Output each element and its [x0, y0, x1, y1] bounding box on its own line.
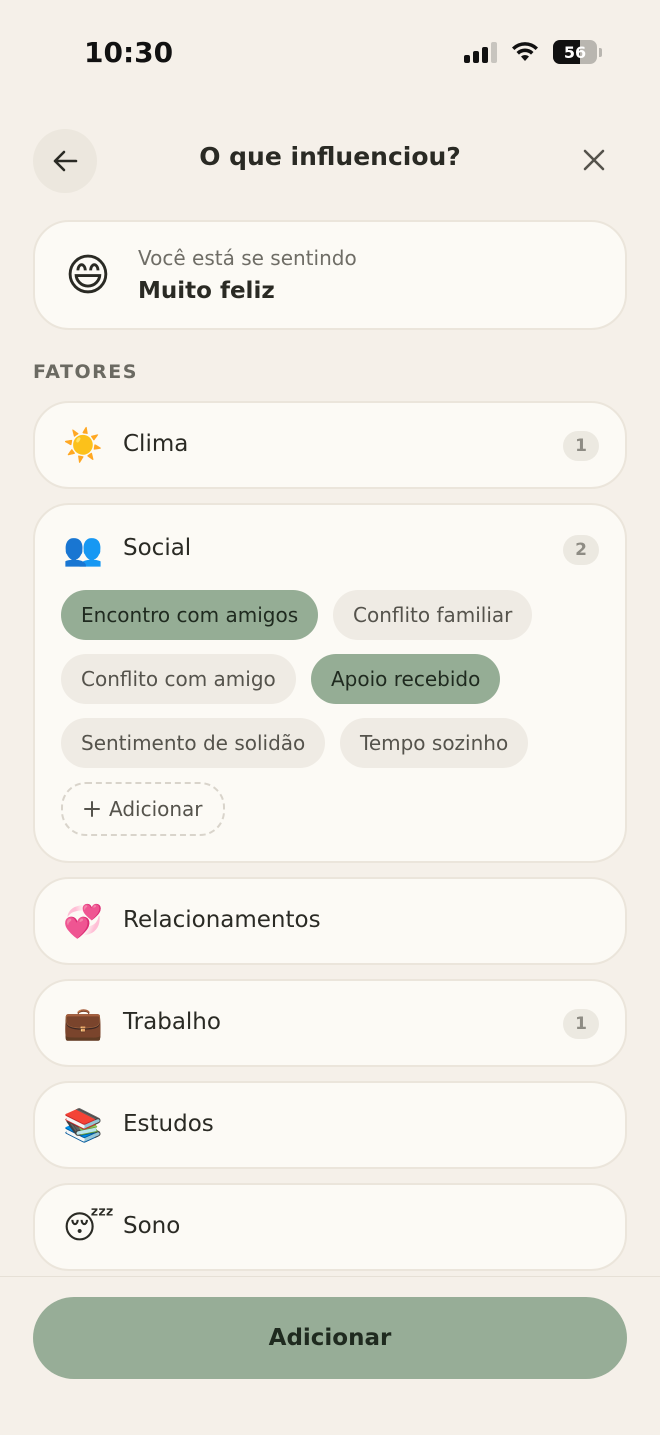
- feeling-card: 😄 Você está se sentindo Muito feliz: [33, 220, 627, 330]
- factor-social: 👥 Social 2 Encontro com amigos Conflito …: [33, 503, 627, 863]
- books-icon: 📚: [63, 1106, 103, 1144]
- footer-divider: [0, 1276, 660, 1277]
- factor-label: Sono: [123, 1213, 181, 1239]
- add-tag-button[interactable]: Adicionar: [61, 782, 225, 836]
- factor-label: Clima: [123, 431, 189, 457]
- sleeping-face-icon: 😴: [63, 1208, 115, 1246]
- factor-estudos[interactable]: 📚 Estudos: [33, 1081, 627, 1169]
- battery-level: 56: [563, 42, 587, 62]
- status-icons: 56: [464, 40, 602, 64]
- factor-label: Relacionamentos: [123, 907, 321, 933]
- tag-chip[interactable]: Conflito com amigo: [61, 654, 296, 704]
- count-badge: 1: [563, 431, 599, 461]
- plus-icon: [84, 801, 100, 817]
- factor-trabalho[interactable]: 💼 Trabalho 1: [33, 979, 627, 1067]
- add-tag-label: Adicionar: [109, 797, 203, 821]
- close-button[interactable]: [574, 140, 614, 180]
- tag-chip[interactable]: Sentimento de solidão: [61, 718, 326, 768]
- wifi-icon: [512, 42, 538, 61]
- people-icon: 👥: [63, 530, 103, 568]
- tag-chip[interactable]: Tempo sozinho: [340, 718, 529, 768]
- section-label: FATORES: [33, 361, 138, 383]
- factor-label: Social: [123, 535, 192, 561]
- signal-icon: [464, 41, 497, 63]
- count-badge: 1: [563, 1009, 599, 1039]
- factor-relacionamentos[interactable]: 💞 Relacionamentos: [33, 877, 627, 965]
- hearts-icon: 💞: [63, 902, 103, 940]
- briefcase-icon: 💼: [63, 1004, 103, 1042]
- tag-chip[interactable]: Conflito familiar: [333, 590, 533, 640]
- tag-chip[interactable]: Apoio recebido: [311, 654, 501, 704]
- sun-icon: ☀️: [63, 426, 103, 464]
- factor-label: Trabalho: [123, 1009, 221, 1035]
- status-time: 10:30: [84, 36, 174, 69]
- screen: 10:30 56 O que influenciou? 😄 Você está …: [0, 0, 660, 1435]
- close-icon: [583, 149, 605, 171]
- feeling-emoji-icon: 😄: [65, 250, 111, 301]
- factor-sono[interactable]: 😴 Sono: [33, 1183, 627, 1271]
- page-title: O que influenciou?: [199, 142, 461, 171]
- feeling-value: Muito feliz: [138, 278, 275, 304]
- factor-label: Estudos: [123, 1111, 214, 1137]
- count-badge: 2: [563, 535, 599, 565]
- feeling-label: Você está se sentindo: [138, 246, 357, 270]
- tag-chip[interactable]: Encontro com amigos: [61, 590, 319, 640]
- factor-clima[interactable]: ☀️ Clima 1: [33, 401, 627, 489]
- add-button[interactable]: Adicionar: [33, 1297, 627, 1379]
- battery-icon: 56: [553, 40, 602, 64]
